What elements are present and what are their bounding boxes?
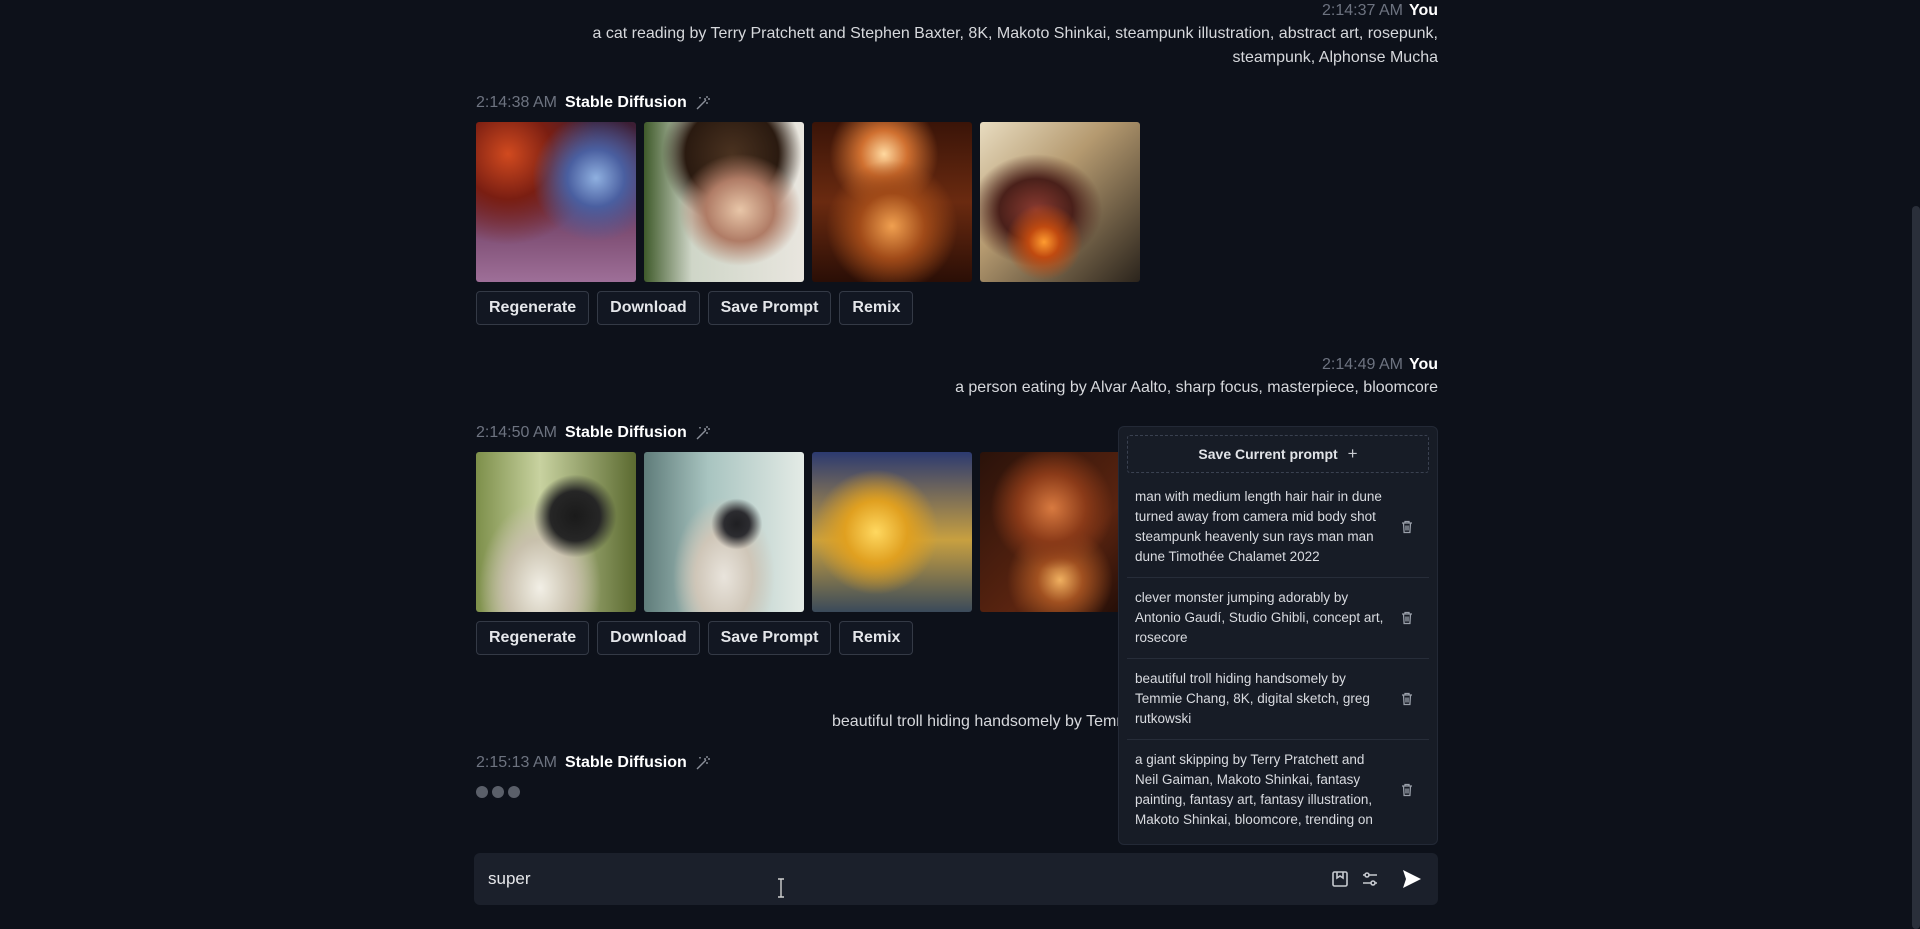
save-current-label: Save Current prompt — [1198, 446, 1338, 462]
download-button[interactable]: Download — [597, 621, 700, 655]
remix-button[interactable]: Remix — [839, 291, 914, 325]
prompt-text: a cat reading by Terry Pratchett and Ste… — [592, 25, 1439, 66]
saved-prompts-popup: Save Current prompt + man with medium le… — [1118, 426, 1438, 845]
user-message: 2:14:37 AM You a cat reading by Terry Pra… — [476, 2, 1439, 70]
composer-icons — [1330, 867, 1424, 891]
regenerate-button[interactable]: Regenerate — [476, 291, 590, 325]
download-button[interactable]: Download — [597, 291, 700, 325]
message-meta: 2:14:38 AM Stable Diffusion — [476, 94, 1438, 112]
bookmark-icon[interactable] — [1330, 869, 1350, 889]
generated-images — [476, 122, 1438, 282]
generated-image[interactable] — [812, 122, 972, 282]
generated-image[interactable] — [812, 452, 972, 612]
generated-image[interactable] — [476, 122, 636, 282]
save-current-prompt-button[interactable]: Save Current prompt + — [1127, 435, 1429, 473]
prompt-composer — [474, 853, 1438, 905]
bot-message: 2:14:38 AM Stable Diffusion Regenerate D… — [476, 94, 1438, 325]
sliders-icon[interactable] — [1360, 869, 1380, 889]
saved-prompt-item[interactable]: clever monster jumping adorably by Anton… — [1127, 578, 1429, 659]
generated-image[interactable] — [980, 122, 1140, 282]
scrollbar[interactable] — [1912, 206, 1920, 929]
plus-icon: + — [1347, 444, 1358, 463]
author: You — [1408, 2, 1438, 19]
saved-prompt-text: clever monster jumping adorably by Anton… — [1135, 590, 1384, 645]
remix-button[interactable]: Remix — [839, 621, 914, 655]
save-prompt-button[interactable]: Save Prompt — [707, 621, 832, 655]
trash-icon[interactable] — [1399, 519, 1415, 535]
magic-wand-icon — [696, 96, 710, 110]
timestamp: 2:14:49 AM — [1322, 356, 1403, 373]
saved-prompt-text: beautiful troll hiding handsomely by Tem… — [1135, 671, 1370, 726]
saved-prompt-text: a giant skipping by Terry Pratchett and … — [1135, 752, 1373, 827]
magic-wand-icon — [696, 426, 710, 440]
prompt-text: a person eating by Alvar Aalto, sharp fo… — [955, 379, 1438, 396]
saved-prompt-item[interactable]: beautiful troll hiding handsomely by Tem… — [1127, 659, 1429, 740]
author: Stable Diffusion — [564, 94, 687, 111]
magic-wand-icon — [696, 756, 710, 770]
trash-icon[interactable] — [1399, 610, 1415, 626]
typing-dot — [492, 786, 504, 798]
save-prompt-button[interactable]: Save Prompt — [707, 291, 832, 325]
timestamp: 2:14:50 AM — [476, 424, 557, 441]
typing-dot — [508, 786, 520, 798]
author: Stable Diffusion — [564, 754, 687, 771]
saved-prompt-text: man with medium length hair hair in dune… — [1135, 489, 1382, 564]
user-message: 2:14:49 AM You a person eating by Alvar A… — [476, 356, 1438, 400]
timestamp: 2:14:38 AM — [476, 94, 557, 111]
trash-icon[interactable] — [1399, 782, 1415, 798]
regenerate-button[interactable]: Regenerate — [476, 621, 590, 655]
message-meta: 2:14:37 AM You — [476, 2, 1438, 20]
text-cursor-icon — [778, 878, 784, 898]
trash-icon[interactable] — [1399, 691, 1415, 707]
message-actions: Regenerate Download Save Prompt Remix — [476, 291, 1438, 325]
generated-image[interactable] — [476, 452, 636, 612]
typing-dot — [476, 786, 488, 798]
message-meta: 2:14:49 AM You — [476, 356, 1438, 374]
author: Stable Diffusion — [564, 424, 687, 441]
generated-image[interactable] — [980, 452, 1140, 612]
timestamp: 2:14:37 AM — [1322, 2, 1403, 19]
generated-image[interactable] — [644, 452, 804, 612]
saved-prompt-item[interactable]: a giant skipping by Terry Pratchett and … — [1127, 740, 1429, 840]
saved-prompts-list: man with medium length hair hair in dune… — [1127, 477, 1429, 840]
send-icon[interactable] — [1400, 867, 1424, 891]
saved-prompt-item[interactable]: man with medium length hair hair in dune… — [1127, 477, 1429, 578]
author: You — [1408, 356, 1438, 373]
prompt-input[interactable] — [488, 869, 1330, 889]
generated-image[interactable] — [644, 122, 804, 282]
timestamp: 2:15:13 AM — [476, 754, 557, 771]
